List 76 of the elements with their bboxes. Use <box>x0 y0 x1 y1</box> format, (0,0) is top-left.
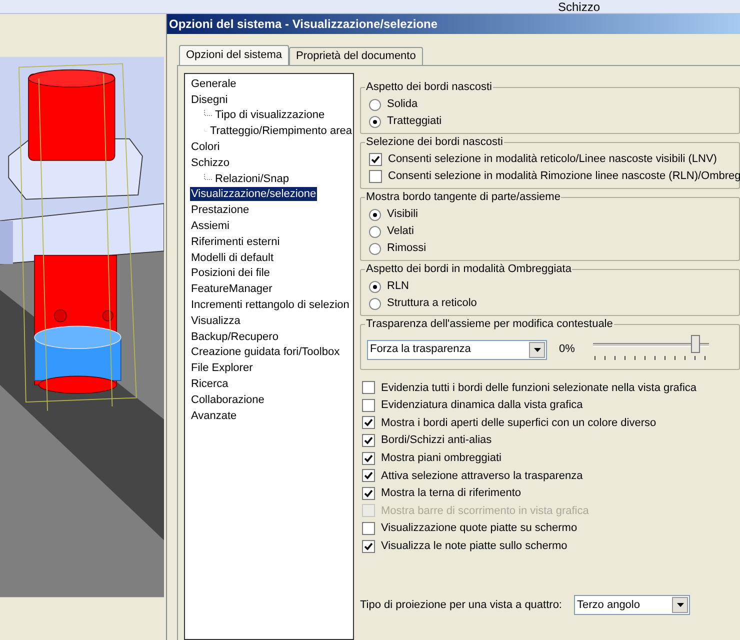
tree-item[interactable]: Riferimenti esterni <box>190 234 281 249</box>
tab[interactable]: Opzioni del sistema <box>179 45 289 65</box>
checkbox[interactable] <box>362 540 375 553</box>
window-title: Opzioni del sistema - Visualizzazione/selezione <box>167 14 740 34</box>
checkbox-label: Mostra i bordi aperti delle superfici con un colore diverso <box>381 416 656 431</box>
tree-item[interactable]: Backup/Recupero <box>190 330 280 344</box>
tree-item[interactable]: Prestazione <box>190 203 250 218</box>
tree-item[interactable]: Ricerca <box>190 377 230 392</box>
tree-item[interactable]: File Explorer <box>190 361 254 376</box>
group-title: Aspetto dei bordi in modalità Ombreggiata <box>365 262 572 276</box>
tree-item[interactable]: FeatureManager <box>190 282 274 296</box>
tree-item[interactable]: Assiemi <box>190 219 231 234</box>
radio-label: Struttura a reticolo <box>387 296 477 312</box>
tree-item[interactable]: Incrementi rettangolo di selezion <box>190 298 350 312</box>
radio-button[interactable] <box>369 208 381 220</box>
radio-button[interactable] <box>369 226 381 238</box>
checkbox-label: Evidenzia tutti i bordi delle funzioni selezionate nella vista grafica <box>381 380 697 396</box>
radio-label: Tratteggiati <box>387 114 442 130</box>
checkbox[interactable] <box>369 170 382 183</box>
checkbox-label: Consenti selezione in modalità reticolo/Linee nascoste visibili (LNV) <box>388 152 717 168</box>
checkbox[interactable] <box>362 434 375 448</box>
dropdown-arrow-button[interactable] <box>672 596 688 613</box>
checkbox[interactable] <box>362 522 375 536</box>
slider-thumb[interactable] <box>691 335 700 353</box>
checkbox-label: Mostra barre di scorrimento in vista grafica <box>381 504 589 519</box>
checkbox[interactable] <box>362 416 375 430</box>
tree-item[interactable]: Visualizza <box>190 314 242 328</box>
tab[interactable]: Proprietà del documento <box>289 47 423 65</box>
projection-dropdown[interactable]: Terzo angolo <box>574 594 690 615</box>
group-title: Aspetto dei bordi nascosti <box>365 80 493 94</box>
checkbox-label: Evidenziatura dinamica dalla vista grafica <box>381 398 583 414</box>
checkbox-label: Visualizzazione quote piatte su schermo <box>381 521 578 536</box>
caret-icon <box>676 602 684 607</box>
checkbox[interactable] <box>362 486 375 500</box>
radio-label: RLN <box>387 279 410 294</box>
checkbox-label: Bordi/Schizzi anti-alias <box>381 433 492 448</box>
radio-label: Visibili <box>387 207 418 222</box>
radio-label: Solida <box>387 97 418 112</box>
tree-item[interactable]: Colori <box>190 140 221 154</box>
transparency-dropdown[interactable]: Forza la trasparenza <box>367 340 547 360</box>
mode-label: Schizzo <box>558 0 600 14</box>
group-title: Trasparenza dell'assieme per modifica contestuale <box>365 317 614 331</box>
dropdown-arrow-button[interactable] <box>529 342 545 358</box>
tree-item[interactable]: Disegni <box>190 92 229 107</box>
checkbox-label: Attiva selezione attraverso la trasparenza <box>381 468 583 484</box>
radio-button[interactable] <box>369 242 381 254</box>
checkbox[interactable] <box>362 398 375 412</box>
radio-button[interactable] <box>369 298 381 310</box>
caret-icon <box>534 348 540 352</box>
checkbox-label: Visualizza le note piatte sullo schermo <box>381 538 568 554</box>
tree-item[interactable]: Modelli di default <box>190 250 275 265</box>
tree-item[interactable]: Creazione guidata fori/Toolbox <box>190 345 341 360</box>
radio-button[interactable] <box>369 280 381 292</box>
checkbox-label: Consenti selezione in modalità Rimozione linee nascoste (RLN)/Ombreg <box>388 169 740 184</box>
checkbox[interactable] <box>369 153 382 166</box>
checkbox-label: Mostra piani ombreggiati <box>381 450 502 466</box>
radio-button[interactable] <box>369 116 381 128</box>
checkbox-label: Mostra la terna di riferimento <box>381 486 521 502</box>
checkbox[interactable] <box>362 452 375 465</box>
tree-item[interactable]: Generale <box>190 76 238 91</box>
radio-label: Rimossi <box>387 241 426 256</box>
tree-item[interactable]: Relazioni/Snap <box>214 172 290 186</box>
checkbox[interactable] <box>362 381 375 394</box>
tree-item[interactable]: Tipo di visualizzazione <box>214 108 326 122</box>
projection-label: Tipo di proiezione per una vista a quattro: <box>360 598 562 613</box>
radio-button[interactable] <box>369 98 381 110</box>
tree-item[interactable]: Avanzate <box>190 408 238 423</box>
radio-label: Velati <box>387 224 414 240</box>
tree-item[interactable]: Visualizzazione/selezione <box>190 187 318 202</box>
tree-item[interactable]: Posizioni dei file <box>190 266 271 280</box>
tree-item[interactable]: Collaborazione <box>190 392 266 407</box>
transparency-reading: 0% <box>559 342 576 358</box>
tree-item[interactable]: Tratteggio/Riempimento area <box>208 124 353 138</box>
checkbox[interactable] <box>362 469 375 482</box>
group-title: Mostra bordo tangente di parte/assieme <box>365 190 562 204</box>
tree-item[interactable]: Schizzo <box>190 156 231 170</box>
